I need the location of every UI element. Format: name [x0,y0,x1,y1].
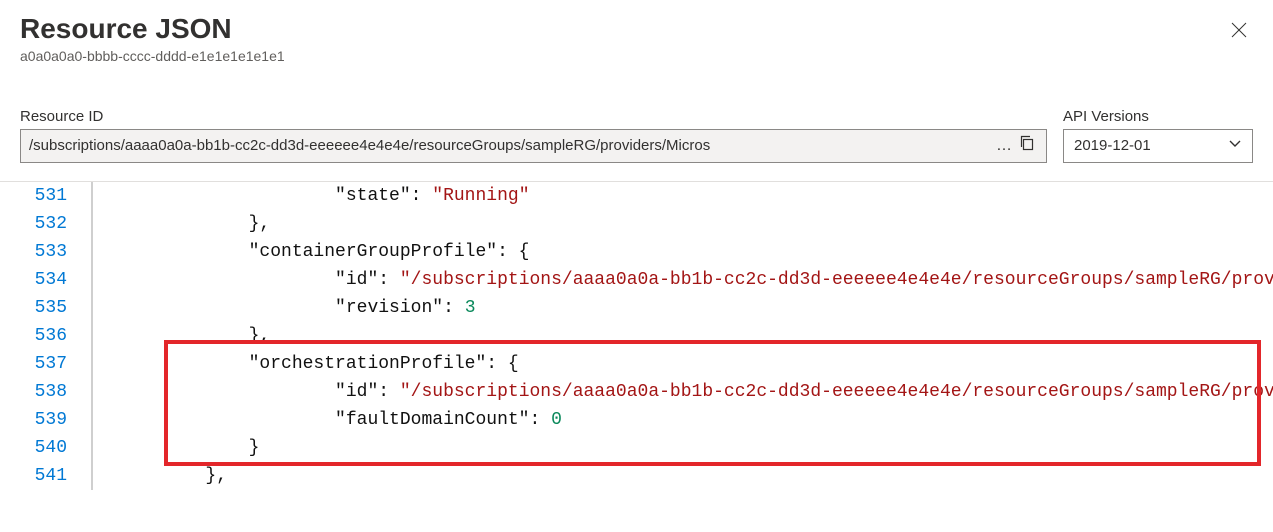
code-line: }, [92,462,1273,490]
line-number: 536 [0,322,92,350]
chevron-down-icon [1228,136,1242,155]
line-number: 533 [0,238,92,266]
copy-button[interactable] [1016,135,1038,157]
close-icon [1231,22,1247,43]
resource-id-truncation: … [992,137,1016,155]
line-number: 539 [0,406,92,434]
code-line: "containerGroupProfile": { [92,238,1273,266]
code-line: }, [92,210,1273,238]
line-number: 534 [0,266,92,294]
code-line: "state": "Running" [92,182,1273,210]
code-line: "id": "/subscriptions/aaaa0a0a-bb1b-cc2c… [92,266,1273,294]
resource-id-value: /subscriptions/aaaa0a0a-bb1b-cc2c-dd3d-e… [29,137,992,154]
resource-id-label: Resource ID [20,108,1047,125]
line-number: 532 [0,210,92,238]
code-line: "orchestrationProfile": { [92,350,1273,378]
line-number: 540 [0,434,92,462]
close-button[interactable] [1225,18,1253,46]
line-number: 541 [0,462,92,490]
code-line: } [92,434,1273,462]
code-line: "faultDomainCount": 0 [92,406,1273,434]
code-line: "revision": 3 [92,294,1273,322]
api-versions-label: API Versions [1063,108,1253,125]
api-version-selected: 2019-12-01 [1074,137,1151,154]
page-title: Resource JSON [20,12,285,46]
json-editor[interactable]: 531 "state": "Running"532 },533 "contain… [0,181,1273,490]
code-lines: 531 "state": "Running"532 },533 "contain… [0,182,1273,490]
line-number: 531 [0,182,92,210]
code-line: }, [92,322,1273,350]
line-number: 538 [0,378,92,406]
resource-id-field: /subscriptions/aaaa0a0a-bb1b-cc2c-dd3d-e… [20,129,1047,163]
line-number: 537 [0,350,92,378]
code-line: "id": "/subscriptions/aaaa0a0a-bb1b-cc2c… [92,378,1273,406]
resource-guid: a0a0a0a0-bbbb-cccc-dddd-e1e1e1e1e1e1 [20,48,285,64]
line-number: 535 [0,294,92,322]
api-versions-dropdown[interactable]: 2019-12-01 [1063,129,1253,163]
copy-icon [1019,135,1035,156]
